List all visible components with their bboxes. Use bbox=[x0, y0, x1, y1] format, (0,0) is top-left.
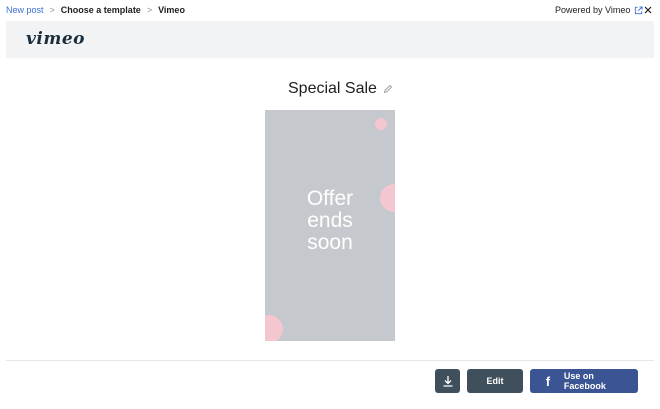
download-icon bbox=[443, 376, 452, 387]
preview-line: ends bbox=[307, 209, 353, 232]
preview-line: soon bbox=[307, 231, 353, 254]
breadcrumb: New post > Choose a template > Vimeo bbox=[6, 5, 185, 15]
vimeo-logo: vimeo bbox=[26, 29, 85, 49]
breadcrumb-separator: > bbox=[49, 5, 55, 15]
use-on-facebook-button[interactable]: f Use on Facebook bbox=[530, 369, 638, 393]
preview-line: Offer bbox=[306, 187, 354, 210]
edit-button[interactable]: Edit bbox=[467, 369, 523, 393]
breadcrumb-vimeo: Vimeo bbox=[158, 5, 185, 15]
top-bar: New post > Choose a template > Vimeo Pow… bbox=[0, 0, 660, 21]
download-button[interactable] bbox=[435, 369, 460, 393]
powered-by-label: Powered by Vimeo bbox=[555, 5, 631, 15]
template-title-row: Special Sale bbox=[288, 80, 393, 98]
close-icon[interactable] bbox=[641, 3, 655, 17]
breadcrumb-choose-template: Choose a template bbox=[60, 5, 141, 15]
breadcrumb-separator: > bbox=[146, 5, 153, 15]
template-preview[interactable]: Offer ends soon bbox=[265, 110, 395, 341]
vimeo-header-band: vimeo bbox=[6, 21, 654, 58]
facebook-icon: f bbox=[545, 373, 551, 389]
decorative-dot bbox=[375, 118, 387, 130]
pencil-icon[interactable] bbox=[383, 84, 393, 94]
decorative-dot bbox=[265, 315, 283, 341]
template-title: Special Sale bbox=[288, 80, 377, 97]
preview-text: Offer ends soon bbox=[265, 188, 395, 254]
footer-divider bbox=[6, 360, 654, 361]
powered-by-vimeo-link[interactable]: Powered by Vimeo bbox=[555, 5, 643, 15]
use-on-facebook-label: Use on Facebook bbox=[563, 371, 606, 391]
breadcrumb-new-post[interactable]: New post bbox=[6, 5, 44, 15]
